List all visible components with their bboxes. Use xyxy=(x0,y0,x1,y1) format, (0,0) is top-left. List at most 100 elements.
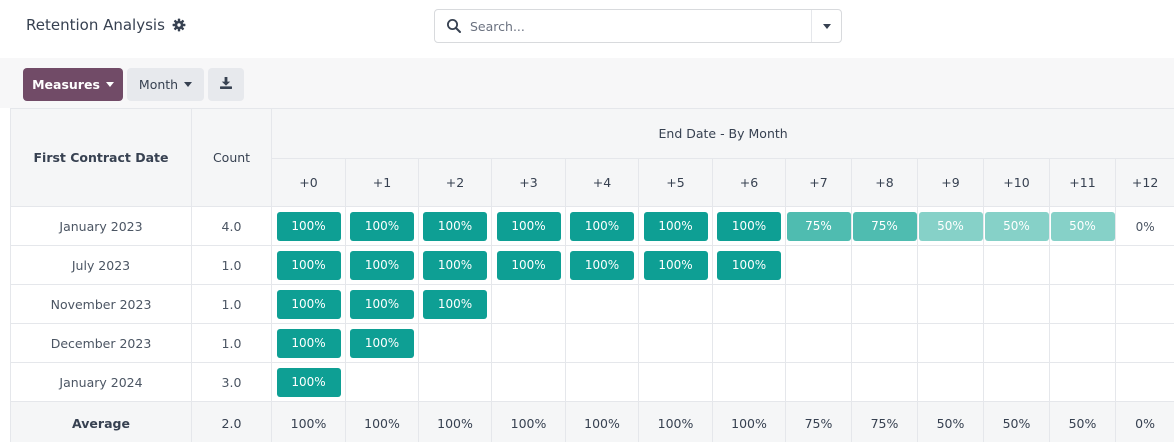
column-header[interactable]: +4 xyxy=(565,158,639,207)
retention-badge[interactable]: 100% xyxy=(643,211,708,241)
row-label[interactable]: November 2023 xyxy=(10,284,192,324)
retention-cell xyxy=(638,323,713,363)
search-options-toggle[interactable] xyxy=(811,10,841,42)
retention-badge[interactable]: 100% xyxy=(570,211,634,241)
table-row: January 2024 3.0 100% xyxy=(10,362,1174,402)
retention-cell xyxy=(418,362,492,402)
average-label: Average xyxy=(10,401,192,442)
search-input[interactable] xyxy=(470,18,810,34)
retention-badge[interactable]: 100% xyxy=(276,211,341,241)
table-row: November 2023 1.0 100% 100% 100% xyxy=(10,284,1174,324)
retention-badge[interactable]: 100% xyxy=(423,250,487,280)
download-icon xyxy=(219,76,233,93)
retention-cell: 100% xyxy=(345,245,419,285)
retention-cell: 100% xyxy=(271,284,346,324)
retention-badge[interactable]: 50% xyxy=(918,211,983,241)
top-bar: Retention Analysis xyxy=(0,0,1174,58)
retention-badge[interactable]: 100% xyxy=(423,211,487,241)
row-header[interactable]: First Contract Date xyxy=(10,108,192,207)
average-value: 50% xyxy=(917,401,984,442)
retention-cell xyxy=(1114,284,1174,324)
row-count: 1.0 xyxy=(191,245,272,285)
retention-cell xyxy=(491,323,566,363)
average-value: 75% xyxy=(785,401,852,442)
retention-cell: 100% xyxy=(565,206,639,246)
retention-cell xyxy=(565,323,639,363)
retention-badge[interactable]: 75% xyxy=(852,211,917,241)
retention-cell xyxy=(345,362,419,402)
retention-cell: 100% xyxy=(345,284,419,324)
retention-badge[interactable]: 100% xyxy=(496,250,561,280)
retention-badge[interactable]: 75% xyxy=(786,211,851,241)
retention-badge[interactable]: 100% xyxy=(717,250,781,280)
column-header[interactable]: +0 xyxy=(271,158,346,207)
column-header[interactable]: +5 xyxy=(638,158,713,207)
retention-badge[interactable]: 100% xyxy=(350,250,414,280)
group-header[interactable]: End Date - By Month xyxy=(270,108,1174,159)
retention-cell xyxy=(851,323,918,363)
column-header[interactable]: +9 xyxy=(917,158,984,207)
retention-badge[interactable]: 100% xyxy=(276,367,341,397)
column-header[interactable]: +2 xyxy=(418,158,492,207)
column-header[interactable]: +3 xyxy=(491,158,566,207)
retention-cell xyxy=(851,362,918,402)
retention-badge[interactable]: 100% xyxy=(496,211,561,241)
retention-cell xyxy=(565,284,639,324)
retention-badge[interactable]: 100% xyxy=(276,289,341,319)
average-value: 75% xyxy=(851,401,918,442)
row-label[interactable]: December 2023 xyxy=(10,323,192,363)
average-value: 0% xyxy=(1114,401,1174,442)
count-header[interactable]: Count xyxy=(191,108,272,207)
column-header[interactable]: +10 xyxy=(983,158,1050,207)
month-button[interactable]: Month xyxy=(127,68,204,101)
retention-badge[interactable]: 100% xyxy=(643,250,708,280)
retention-badge[interactable]: 100% xyxy=(350,328,414,358)
column-header[interactable]: +1 xyxy=(345,158,419,207)
row-label[interactable]: January 2023 xyxy=(10,206,192,246)
retention-cell xyxy=(1114,362,1174,402)
retention-badge[interactable]: 50% xyxy=(1050,211,1115,241)
average-value: 100% xyxy=(271,401,346,442)
retention-cell xyxy=(638,362,713,402)
download-button[interactable] xyxy=(208,68,244,101)
measures-button[interactable]: Measures xyxy=(23,68,123,101)
row-label[interactable]: January 2024 xyxy=(10,362,192,402)
retention-cell xyxy=(565,362,639,402)
retention-cell xyxy=(712,323,786,363)
retention-cell xyxy=(785,284,852,324)
row-count: 1.0 xyxy=(191,323,272,363)
column-header[interactable]: +6 xyxy=(712,158,786,207)
gear-icon[interactable] xyxy=(172,18,186,32)
column-header[interactable]: +7 xyxy=(785,158,852,207)
retention-cell: 100% xyxy=(418,284,492,324)
row-label[interactable]: July 2023 xyxy=(10,245,192,285)
column-header[interactable]: +11 xyxy=(1049,158,1116,207)
retention-cell xyxy=(1049,245,1116,285)
retention-cell xyxy=(418,323,492,363)
retention-cell xyxy=(917,284,984,324)
retention-cell xyxy=(491,362,566,402)
table-footer: Average 2.0 100% 100% 100% 100% 100% 100% 100%… xyxy=(10,401,1174,442)
retention-badge[interactable]: 100% xyxy=(276,250,341,280)
retention-cell xyxy=(638,284,713,324)
retention-cell: 100% xyxy=(271,362,346,402)
retention-cell xyxy=(785,245,852,285)
caret-down-icon xyxy=(822,23,831,29)
row-count: 4.0 xyxy=(191,206,272,246)
column-header[interactable]: +12 xyxy=(1114,158,1174,207)
retention-badge[interactable]: 100% xyxy=(570,250,634,280)
retention-badge[interactable]: 50% xyxy=(984,211,1049,241)
retention-cell: 50% xyxy=(1049,206,1116,246)
retention-badge[interactable]: 100% xyxy=(350,211,414,241)
retention-cell xyxy=(851,284,918,324)
title-area: Retention Analysis xyxy=(26,16,186,34)
table-body: January 2023 4.0 100% 100% 100% 100% 100% 100% 1… xyxy=(10,206,1174,402)
retention-badge[interactable]: 100% xyxy=(717,211,781,241)
retention-badge[interactable]: 100% xyxy=(276,328,341,358)
retention-value[interactable]: 0% xyxy=(1136,220,1155,234)
retention-badge[interactable]: 100% xyxy=(423,289,487,319)
retention-cell: 100% xyxy=(712,206,786,246)
column-header[interactable]: +8 xyxy=(851,158,918,207)
retention-badge[interactable]: 100% xyxy=(350,289,414,319)
retention-cell xyxy=(491,284,566,324)
